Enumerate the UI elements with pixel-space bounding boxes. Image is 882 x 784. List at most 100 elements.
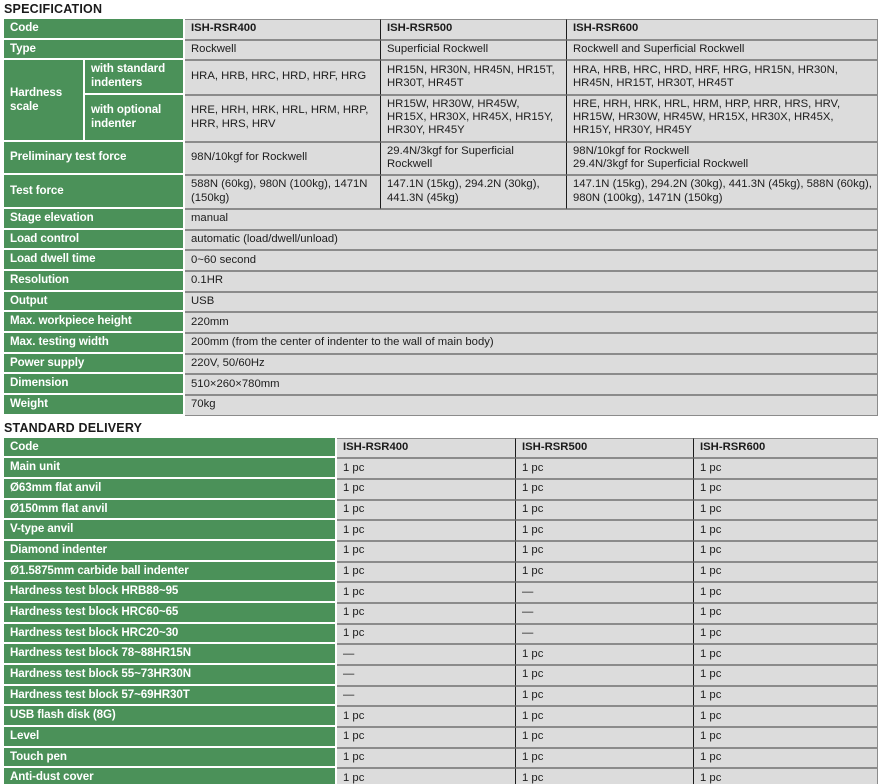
delivery-cell: 1 pc — [694, 541, 878, 562]
delivery-row-label: Hardness test block 78~88HR15N — [4, 644, 337, 666]
cell-code-600: ISH-RSR600 — [567, 19, 878, 40]
delivery-row-label: USB flash disk (8G) — [4, 706, 337, 728]
delivery-cell: 1 pc — [337, 582, 516, 604]
cell-scale-opt-400: HRE, HRH, HRK, HRL, HRM, HRP, HRR, HRS, … — [185, 94, 381, 142]
delivery-cell: — — [516, 582, 694, 604]
delivery-row-label: Hardness test block HRB88~95 — [4, 582, 337, 604]
row-label-type: Type — [4, 39, 185, 61]
delivery-cell: 1 pc — [516, 768, 694, 784]
delivery-cell: — — [516, 623, 694, 645]
delivery-cell: 1 pc — [337, 479, 516, 500]
row-label-stage-elevation: Stage elevation — [4, 208, 185, 230]
table-row: Preliminary test force 98N/10kgf for Roc… — [4, 141, 878, 176]
table-row: Hardness test block HRC60~65 1 pc —1 pc — [4, 603, 878, 624]
row-label-test-force: Test force — [4, 175, 185, 209]
delivery-row-label: Ø150mm flat anvil — [4, 499, 337, 521]
delivery-row-label: Ø63mm flat anvil — [4, 479, 337, 500]
cell-power-supply: 220V, 50/60Hz — [185, 353, 878, 375]
row-label-resolution: Resolution — [4, 271, 185, 292]
table-row: Hardness test block 55~73HR30N —1 pc 1 pc — [4, 665, 878, 686]
table-row: Diamond indenter 1 pc 1 pc 1 pc — [4, 541, 878, 562]
table-row: Load control automatic (load/dwell/unloa… — [4, 229, 878, 251]
delivery-cell: 1 pc — [516, 644, 694, 666]
delivery-cell: 1 pc — [516, 541, 694, 562]
delivery-cell: 1 pc — [694, 747, 878, 769]
delivery-cell: 1 pc — [694, 665, 878, 686]
delivery-cell: 1 pc — [337, 747, 516, 769]
cell-code-500: ISH-RSR500 — [381, 19, 567, 40]
cell-prelim-600: 98N/10kgf for Rockwell 29.4N/3kgf for Su… — [567, 141, 878, 176]
delivery-cell: 1 pc — [337, 603, 516, 624]
datasheet-page: SPECIFICATION Code ISH-RSR400 ISH-RSR500… — [0, 0, 882, 784]
cell-type-500: Superficial Rockwell — [381, 39, 567, 61]
table-row: Ø150mm flat anvil 1 pc 1 pc 1 pc — [4, 499, 878, 521]
delivery-row-label: Hardness test block HRC20~30 — [4, 623, 337, 645]
row-label-load-control: Load control — [4, 229, 185, 251]
delivery-cell: — — [337, 665, 516, 686]
table-row: with optional indenter HRE, HRH, HRK, HR… — [4, 94, 878, 142]
delivery-cell: 1 pc — [694, 479, 878, 500]
table-row: Ø63mm flat anvil 1 pc 1 pc 1 pc — [4, 479, 878, 500]
delivery-cell: 1 pc — [337, 727, 516, 748]
delivery-row-label: Touch pen — [4, 747, 337, 769]
row-label-weight: Weight — [4, 395, 185, 416]
delivery-cell: — — [337, 685, 516, 707]
delivery-cell: 1 pc — [516, 685, 694, 707]
delivery-cell: 1 pc — [516, 747, 694, 769]
table-row: Max. testing width 200mm (from the cente… — [4, 333, 878, 354]
specification-table: Code ISH-RSR400 ISH-RSR500 ISH-RSR600 Ty… — [4, 19, 878, 416]
table-row: Ø1.5875mm carbide ball indenter 1 pc 1 pc 1… — [4, 561, 878, 583]
delivery-cell: 1 pc — [694, 458, 878, 480]
cell-type-600: Rockwell and Superficial Rockwell — [567, 39, 878, 61]
cell-max-workpiece-height: 220mm — [185, 312, 878, 334]
row-label-preliminary-test-force: Preliminary test force — [4, 141, 185, 176]
cell-load-control: automatic (load/dwell/unload) — [185, 229, 878, 251]
row-label-load-dwell-time: Load dwell time — [4, 250, 185, 271]
cell-scale-opt-600: HRE, HRH, HRK, HRL, HRM, HRP, HRR, HRS, … — [567, 94, 878, 142]
delivery-cell: 1 pc — [694, 706, 878, 728]
table-row: Touch pen 1 pc 1 pc 1 pc — [4, 747, 878, 769]
table-row: Dimension 510×260×780mm — [4, 374, 878, 396]
cell-testforce-600: 147.1N (15kg), 294.2N (30kg), 441.3N (45… — [567, 175, 878, 209]
cell-load-dwell-time: 0~60 second — [185, 250, 878, 271]
cell-output: USB — [185, 291, 878, 313]
delivery-row-label: Main unit — [4, 458, 337, 480]
table-row: Load dwell time 0~60 second — [4, 250, 878, 271]
delivery-row-label: Hardness test block 57~69HR30T — [4, 685, 337, 707]
row-sublabel-optional-indenter: with optional indenter — [85, 94, 185, 142]
row-label-dimension: Dimension — [4, 374, 185, 396]
delivery-cell: 1 pc — [337, 768, 516, 784]
delivery-cell: — — [516, 603, 694, 624]
cell-type-400: Rockwell — [185, 39, 381, 61]
table-row: Test force 588N (60kg), 980N (100kg), 14… — [4, 175, 878, 209]
table-row: Code ISH-RSR400 ISH-RSR500 ISH-RSR600 — [4, 437, 878, 459]
table-row: Type Rockwell Superficial Rockwell Rockw… — [4, 39, 878, 61]
delivery-row-label: V-type anvil — [4, 520, 337, 542]
cell-scale-opt-500: HR15W, HR30W, HR45W, HR15X, HR30X, HR45X… — [381, 94, 567, 142]
table-row: Level 1 pc 1 pc 1 pc — [4, 727, 878, 748]
row-label-max-testing-width: Max. testing width — [4, 333, 185, 354]
delivery-cell: 1 pc — [694, 520, 878, 542]
delivery-cell: 1 pc — [516, 479, 694, 500]
table-row: Main unit 1 pc 1 pc 1 pc — [4, 458, 878, 480]
delivery-header-ish-rsr600: ISH-RSR600 — [694, 437, 878, 459]
delivery-cell: 1 pc — [516, 561, 694, 583]
delivery-cell: 1 pc — [516, 458, 694, 480]
delivery-row-label: Diamond indenter — [4, 541, 337, 562]
cell-dimension: 510×260×780mm — [185, 374, 878, 396]
delivery-cell: 1 pc — [337, 623, 516, 645]
cell-code-400: ISH-RSR400 — [185, 19, 381, 40]
table-row: Weight 70kg — [4, 395, 878, 416]
cell-testforce-500: 147.1N (15kg), 294.2N (30kg), 441.3N (45… — [381, 175, 567, 209]
row-label-max-workpiece-height: Max. workpiece height — [4, 312, 185, 334]
table-row: Max. workpiece height 220mm — [4, 312, 878, 334]
cell-testforce-400: 588N (60kg), 980N (100kg), 1471N (150kg) — [185, 175, 381, 209]
cell-max-testing-width: 200mm (from the center of indenter to th… — [185, 333, 878, 354]
standard-delivery-table: Code ISH-RSR400 ISH-RSR500 ISH-RSR600 Main u… — [4, 437, 878, 784]
row-label-code: Code — [4, 19, 185, 40]
delivery-cell: 1 pc — [694, 644, 878, 666]
delivery-cell: 1 pc — [337, 706, 516, 728]
table-row: Hardness test block 57~69HR30T —1 pc 1 pc — [4, 685, 878, 707]
cell-stage-elevation: manual — [185, 208, 878, 230]
delivery-cell: 1 pc — [694, 768, 878, 784]
